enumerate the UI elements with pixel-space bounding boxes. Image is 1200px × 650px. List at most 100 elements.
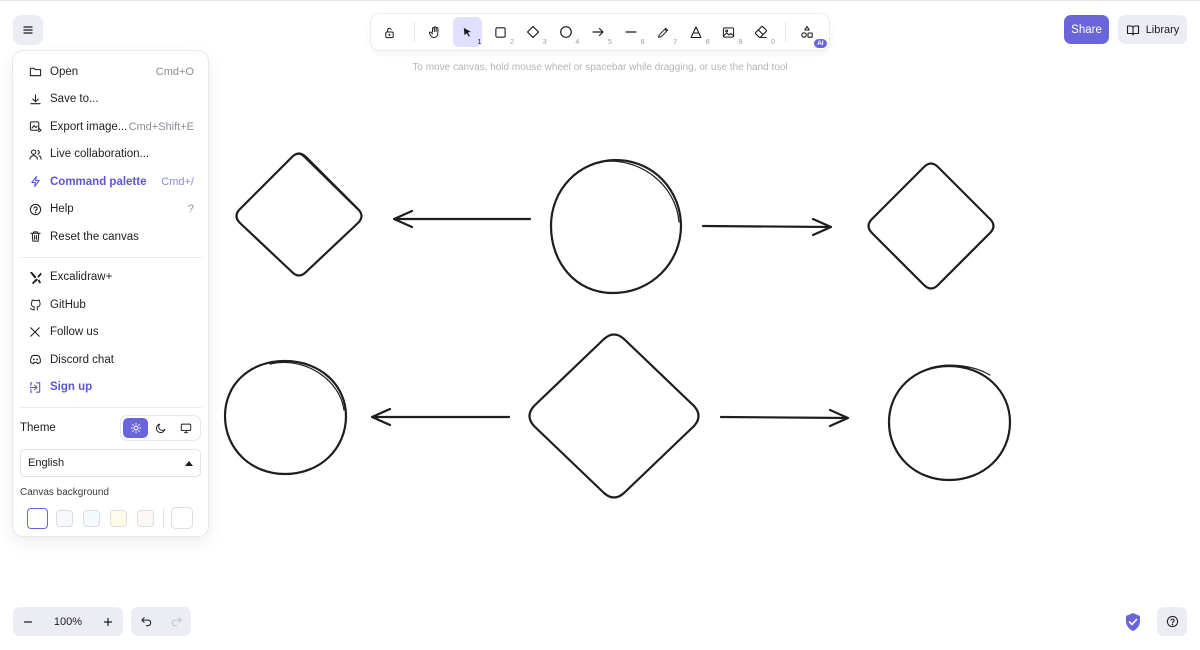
ellipse-icon — [559, 26, 572, 38]
background-swatch[interactable] — [27, 507, 48, 529]
arrow-left-2 — [370, 407, 511, 427]
tool-shortcut-number: 8 — [705, 39, 710, 46]
main-menu-button[interactable] — [13, 15, 43, 45]
download-icon — [28, 92, 42, 106]
pencil-icon — [658, 27, 669, 38]
undo-button[interactable] — [131, 607, 161, 636]
line-tool[interactable]: 6 — [616, 17, 645, 47]
language-select[interactable]: English — [20, 449, 201, 477]
ellipse-tool[interactable]: 4 — [551, 17, 580, 47]
menu-link-label: GitHub — [50, 298, 86, 311]
menu-link-sign-up[interactable]: Sign up — [13, 374, 208, 402]
background-swatch[interactable] — [137, 509, 154, 527]
shield-check-icon[interactable] — [1124, 612, 1142, 632]
menu-link-excalidraw-plus[interactable]: Excalidraw+ — [13, 264, 208, 292]
github-icon — [28, 298, 42, 312]
menu-item-label: Help — [50, 203, 74, 216]
export-image-icon — [28, 120, 42, 134]
line-icon — [625, 31, 637, 33]
main-menu-dropdown: Open Cmd+O Save to... Export image... Cm… — [13, 51, 208, 536]
diamond-shape — [528, 333, 700, 499]
custom-background-swatch[interactable] — [171, 507, 193, 529]
shapes-toolbar: 1 2 3 4 5 6 7 8 9 0 AI — [371, 14, 829, 50]
selection-tool[interactable]: 1 — [453, 17, 483, 47]
menu-item-help[interactable]: Help ? — [13, 196, 208, 224]
library-button[interactable]: Library — [1118, 15, 1187, 44]
menu-link-follow-us[interactable]: Follow us — [13, 319, 208, 347]
lock-tool[interactable] — [375, 17, 404, 47]
menu-item-save-to[interactable]: Save to... — [13, 86, 208, 114]
canvas-background-label: Canvas background — [20, 487, 109, 498]
tool-shortcut-number: 6 — [640, 39, 645, 46]
menu-item-label: Command palette — [50, 175, 147, 188]
arrow-right-1 — [701, 217, 833, 237]
rectangle-tool[interactable]: 2 — [486, 17, 515, 47]
diamond-shape-sketch — [293, 153, 361, 213]
diamond-shape — [867, 162, 995, 290]
shapes-icon — [801, 25, 813, 38]
eraser-tool[interactable]: 0 — [747, 17, 776, 47]
text-tool[interactable]: 8 — [682, 17, 711, 47]
menu-item-shortcut: Cmd+Shift+E — [128, 120, 194, 133]
tool-shortcut-number: 2 — [510, 39, 514, 46]
menu-item-live-collaboration[interactable]: Live collaboration... — [13, 141, 208, 169]
caret-up-icon — [185, 460, 193, 466]
redo-button[interactable] — [161, 607, 191, 636]
minus-icon — [23, 620, 33, 623]
background-swatch[interactable] — [56, 509, 73, 527]
menu-link-discord[interactable]: Discord chat — [13, 346, 208, 374]
hamburger-icon — [23, 26, 33, 34]
arrow-tool[interactable]: 5 — [584, 17, 613, 47]
eraser-icon — [755, 25, 768, 39]
excalidraw-plus-icon — [28, 270, 42, 284]
tool-shortcut-number: 3 — [542, 39, 547, 46]
menu-item-export-image[interactable]: Export image... Cmd+Shift+E — [13, 113, 208, 141]
canvas-background-swatches — [27, 507, 208, 529]
image-tool[interactable]: 9 — [714, 17, 743, 47]
pointer-icon — [464, 27, 472, 37]
menu-item-label: Export image... — [50, 120, 128, 133]
sign-in-icon — [28, 380, 42, 394]
extra-tools-button[interactable]: AI — [792, 17, 827, 48]
background-swatch[interactable] — [83, 509, 100, 527]
theme-switch — [120, 415, 201, 441]
draw-tool[interactable]: 7 — [649, 17, 678, 47]
zoom-out-button[interactable] — [13, 607, 43, 636]
monitor-icon — [180, 423, 191, 434]
x-logo-icon — [28, 325, 42, 339]
menu-link-label: Follow us — [50, 326, 99, 339]
theme-light-option[interactable] — [123, 418, 148, 438]
diamond-icon — [526, 25, 540, 39]
users-icon — [28, 147, 42, 161]
zoom-reset-value[interactable]: 100% — [43, 616, 93, 628]
arrow-right-icon — [592, 27, 604, 37]
share-button[interactable]: Share — [1064, 15, 1109, 44]
diamond-tool[interactable]: 3 — [518, 17, 547, 47]
menu-separator — [19, 256, 202, 258]
sun-icon — [130, 422, 141, 434]
menu-item-reset-canvas[interactable]: Reset the canvas — [13, 223, 208, 251]
tool-shortcut-number: 5 — [607, 39, 612, 46]
circle-shape — [223, 359, 348, 476]
diamond-shape — [235, 152, 363, 277]
zoom-in-button[interactable] — [93, 607, 123, 636]
arrow-right-2 — [719, 408, 850, 428]
background-swatch[interactable] — [110, 509, 127, 527]
menu-item-label: Reset the canvas — [50, 230, 139, 243]
moon-icon — [155, 423, 165, 434]
library-label: Library — [1145, 23, 1180, 36]
hand-tool[interactable] — [421, 17, 450, 47]
circle-shape-sketch — [599, 160, 680, 223]
menu-item-shortcut: ? — [187, 203, 194, 216]
theme-dark-option[interactable] — [148, 418, 173, 438]
help-button[interactable] — [1157, 607, 1187, 636]
plus-icon — [103, 617, 113, 626]
help-circle-icon — [1166, 615, 1178, 628]
theme-system-option[interactable] — [173, 418, 198, 438]
circle-shape — [549, 158, 683, 295]
zoom-controls: 100% — [13, 607, 123, 636]
menu-item-command-palette[interactable]: Command palette Cmd+/ — [13, 168, 208, 196]
bolt-icon — [28, 175, 42, 189]
menu-link-github[interactable]: GitHub — [13, 291, 208, 319]
rectangle-icon — [495, 26, 506, 38]
